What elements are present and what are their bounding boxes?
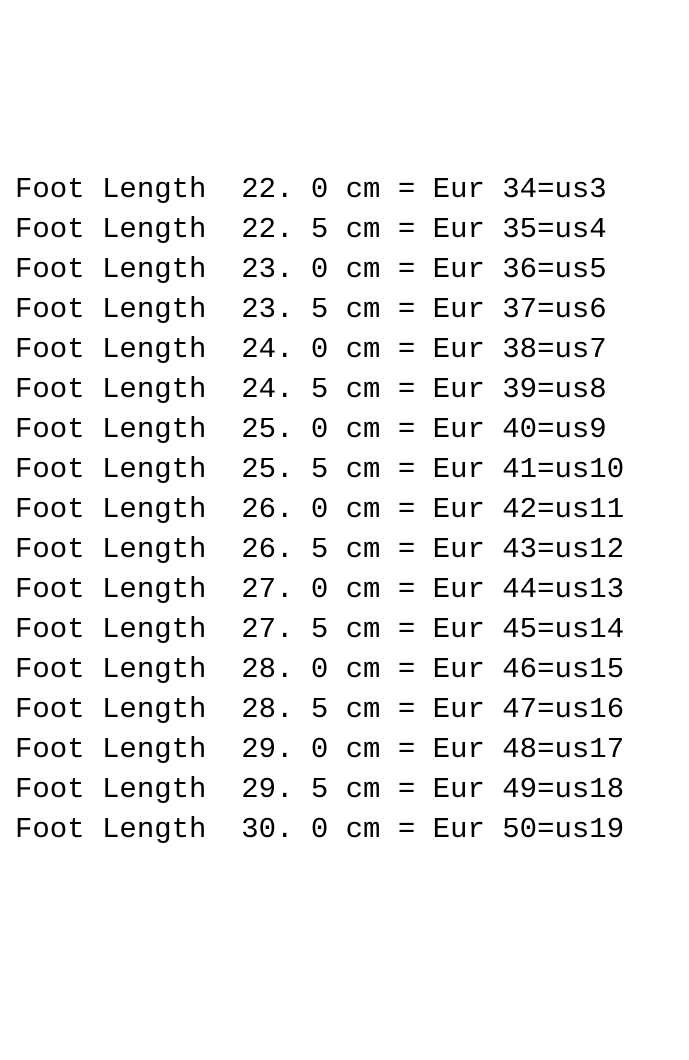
size-row: Foot Length 25. 0 cm = Eur 40=us9	[15, 410, 674, 450]
size-row: Foot Length 30. 0 cm = Eur 50=us19	[15, 810, 674, 850]
size-row: Foot Length 26. 5 cm = Eur 43=us12	[15, 530, 674, 570]
size-row: Foot Length 24. 0 cm = Eur 38=us7	[15, 330, 674, 370]
size-row: Foot Length 26. 0 cm = Eur 42=us11	[15, 490, 674, 530]
size-row: Foot Length 23. 5 cm = Eur 37=us6	[15, 290, 674, 330]
size-row: Foot Length 29. 5 cm = Eur 49=us18	[15, 770, 674, 810]
size-row: Foot Length 27. 0 cm = Eur 44=us13	[15, 570, 674, 610]
size-row: Foot Length 25. 5 cm = Eur 41=us10	[15, 450, 674, 490]
size-row: Foot Length 22. 5 cm = Eur 35=us4	[15, 210, 674, 250]
size-row: Foot Length 28. 5 cm = Eur 47=us16	[15, 690, 674, 730]
size-row: Foot Length 29. 0 cm = Eur 48=us17	[15, 730, 674, 770]
size-row: Foot Length 27. 5 cm = Eur 45=us14	[15, 610, 674, 650]
size-row: Foot Length 22. 0 cm = Eur 34=us3	[15, 170, 674, 210]
size-chart: Foot Length 22. 0 cm = Eur 34=us3Foot Le…	[15, 170, 674, 850]
size-row: Foot Length 24. 5 cm = Eur 39=us8	[15, 370, 674, 410]
size-row: Foot Length 28. 0 cm = Eur 46=us15	[15, 650, 674, 690]
size-row: Foot Length 23. 0 cm = Eur 36=us5	[15, 250, 674, 290]
